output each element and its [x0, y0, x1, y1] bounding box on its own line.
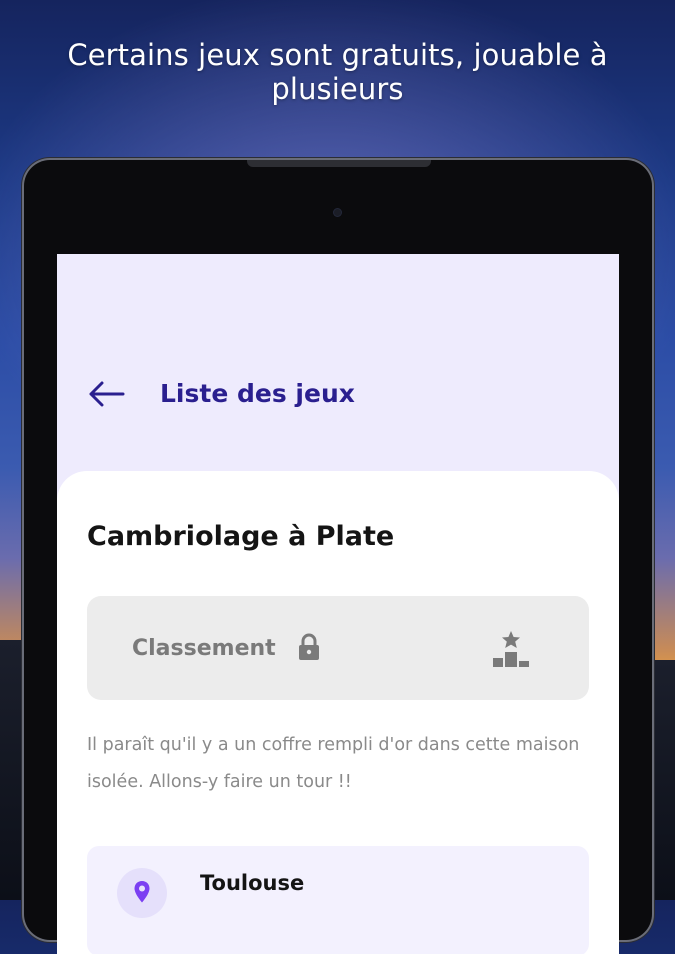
location-name: Toulouse: [200, 871, 305, 895]
city-skyline-left: [0, 640, 22, 900]
game-card: Cambriolage à Plate Classement Il paraît…: [57, 471, 619, 954]
podium-icon: [493, 631, 529, 667]
ranking-button[interactable]: Classement: [87, 596, 589, 700]
page-title: Liste des jeux: [160, 379, 355, 408]
game-title: Cambriolage à Plate: [87, 521, 395, 552]
arrow-left-icon: [89, 381, 125, 407]
tablet-frame: Liste des jeux Cambriolage à Plate Class…: [24, 160, 652, 954]
ranking-label: Classement: [132, 636, 276, 661]
city-skyline-right: [653, 660, 675, 900]
back-button[interactable]: [87, 376, 127, 412]
camera-icon: [334, 209, 341, 216]
app-screen: Liste des jeux Cambriolage à Plate Class…: [57, 254, 619, 954]
lock-icon: [299, 633, 319, 660]
promo-caption: Certains jeux sont gratuits, jouable à p…: [67, 38, 608, 106]
location-icon-badge: [117, 868, 167, 918]
game-description: Il paraît qu'il y a un coffre rempli d'o…: [87, 735, 580, 792]
map-pin-icon: [134, 881, 150, 903]
device-notch: [247, 160, 431, 167]
location-item[interactable]: Toulouse: [87, 846, 589, 954]
app-header: Liste des jeux: [57, 364, 619, 424]
